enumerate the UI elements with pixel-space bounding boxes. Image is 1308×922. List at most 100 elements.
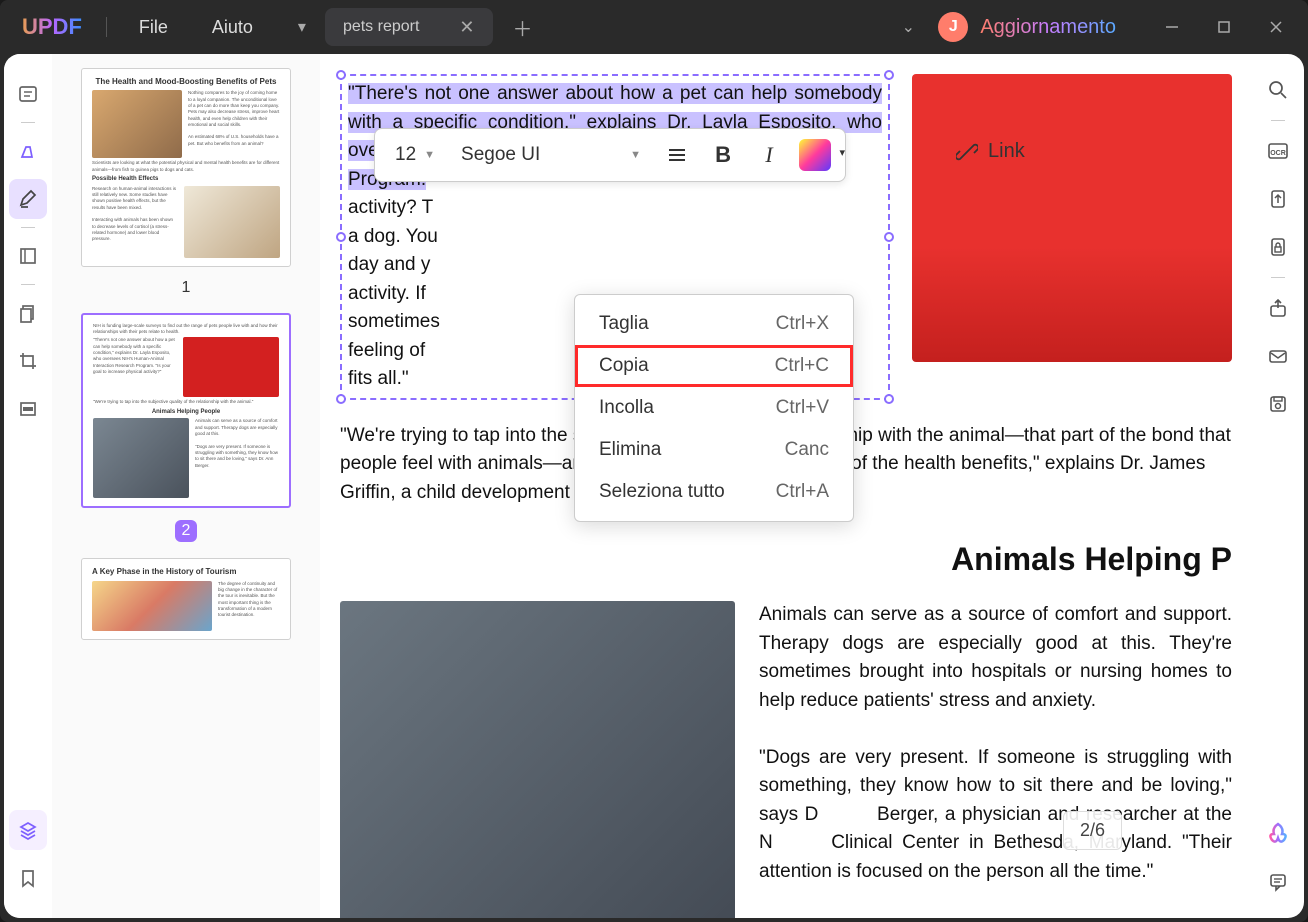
font-family-value: Segoe UI — [461, 144, 540, 166]
thumb-image — [183, 337, 279, 397]
italic-button[interactable]: I — [749, 135, 789, 175]
context-menu: Taglia Ctrl+X Copia Ctrl+C Incolla Ctrl+… — [574, 294, 854, 522]
layers-tool-icon[interactable] — [9, 810, 47, 850]
font-size-value: 12 — [395, 144, 416, 166]
chevron-down-icon: ▼ — [630, 149, 641, 161]
thumb-subheading: Animals Helping People — [93, 409, 279, 417]
organize-tool-icon[interactable] — [9, 236, 47, 276]
redact-tool-icon[interactable] — [9, 389, 47, 429]
save-icon[interactable] — [1259, 386, 1297, 422]
thumb-text: NIH is funding large-scale surveys to fi… — [93, 323, 279, 336]
pages-tool-icon[interactable] — [9, 293, 47, 333]
align-button[interactable] — [657, 135, 697, 175]
text-run: activity? T — [348, 197, 433, 218]
edit-tool-icon[interactable] — [9, 179, 47, 219]
thumb-text: Nothing compares to the joy of coming ho… — [188, 90, 280, 158]
text-run: day and y — [348, 254, 430, 275]
separator — [21, 122, 35, 123]
ctx-label: Taglia — [599, 313, 649, 335]
context-menu-delete[interactable]: Elimina Canc — [575, 429, 853, 471]
link-tool[interactable]: Link — [956, 140, 1025, 163]
ctx-shortcut: Canc — [785, 439, 829, 461]
document-tab[interactable]: pets report ✕ — [325, 8, 493, 46]
ctx-shortcut: Ctrl+X — [776, 313, 829, 335]
color-picker-button[interactable] — [795, 135, 835, 175]
close-tab-icon[interactable]: ✕ — [459, 17, 474, 38]
crop-tool-icon[interactable] — [9, 341, 47, 381]
context-menu-cut[interactable]: Taglia Ctrl+X — [575, 303, 853, 345]
thumb-title: A Key Phase in the History of Tourism — [92, 567, 280, 577]
add-tab-button[interactable]: ＋ — [505, 9, 541, 45]
text-run: a dog. You — [348, 226, 438, 247]
minimize-button[interactable] — [1148, 9, 1196, 45]
context-menu-paste[interactable]: Incolla Ctrl+V — [575, 387, 853, 429]
context-menu-copy[interactable]: Copia Ctrl+C — [575, 345, 853, 387]
user-avatar[interactable]: J — [938, 12, 968, 42]
link-label: Link — [988, 140, 1025, 163]
thumbnail-page-2[interactable]: NIH is funding large-scale surveys to fi… — [81, 313, 291, 509]
comment-icon[interactable] — [1259, 864, 1297, 900]
page-number-1: 1 — [66, 279, 306, 297]
ai-assistant-icon[interactable] — [1259, 816, 1297, 852]
separator — [1271, 277, 1285, 278]
ctx-label: Incolla — [599, 397, 654, 419]
bookmark-tool-icon[interactable] — [9, 858, 47, 898]
chevron-down-icon: ▼ — [424, 149, 435, 161]
tab-title: pets report — [343, 18, 419, 36]
text-run: feeling of — [348, 340, 425, 361]
menu-file[interactable]: File — [117, 17, 190, 38]
lock-icon[interactable] — [1259, 229, 1297, 265]
ctx-shortcut: Ctrl+C — [775, 355, 829, 377]
ctx-shortcut: Ctrl+V — [776, 397, 829, 419]
search-icon[interactable] — [1259, 72, 1297, 108]
maximize-button[interactable] — [1200, 9, 1248, 45]
svg-text:OCR: OCR — [1270, 150, 1286, 157]
document-image — [912, 74, 1232, 362]
menu-help[interactable]: Aiuto — [190, 17, 275, 38]
titlebar: UPDF File Aiuto ▾ pets report ✕ ＋ ⌄ J Ag… — [0, 0, 1308, 54]
thumb-text: Research on human-animal interactions is… — [92, 186, 178, 258]
ctx-label: Copia — [599, 355, 649, 377]
text-run: fits all." — [348, 368, 409, 389]
text-edit-toolbar: 12 ▼ Segoe UI ▼ B I — [374, 128, 846, 182]
divider — [106, 17, 107, 37]
highlight-tool-icon[interactable] — [9, 131, 47, 171]
app-logo: UPDF — [8, 14, 96, 40]
thumb-image — [92, 581, 212, 631]
ctx-label: Seleziona tutto — [599, 481, 725, 503]
thumb-title: The Health and Mood-Boosting Benefits of… — [92, 77, 280, 87]
page-indicator: 2/6 — [1063, 811, 1122, 850]
text-run: sometimes — [348, 311, 440, 332]
close-window-button[interactable] — [1252, 9, 1300, 45]
page-number-2: 2 — [66, 520, 306, 542]
tab-dropdown[interactable]: ▾ — [287, 12, 317, 42]
bold-button[interactable]: B — [703, 135, 743, 175]
thumb-text: "We're trying to tap into the subjective… — [93, 399, 279, 405]
separator — [21, 227, 35, 228]
thumbnail-panel: The Health and Mood-Boosting Benefits of… — [52, 54, 320, 918]
share-icon[interactable] — [1259, 290, 1297, 326]
document-image — [340, 601, 735, 918]
tab-bar: ▾ pets report ✕ ＋ — [287, 8, 541, 46]
right-toolbar: OCR — [1252, 54, 1304, 918]
email-icon[interactable] — [1259, 338, 1297, 374]
thumb-image — [184, 186, 280, 258]
thumb-text: The degree of continuity and big change … — [218, 581, 280, 631]
font-family-select[interactable]: Segoe UI ▼ — [451, 140, 651, 170]
paragraph: Animals can serve as a source of comfort… — [759, 601, 1232, 918]
thumbnail-page-1[interactable]: The Health and Mood-Boosting Benefits of… — [81, 68, 291, 267]
expand-icon[interactable]: ⌄ — [890, 9, 926, 45]
ctx-label: Elimina — [599, 439, 661, 461]
thumbnail-page-3[interactable]: A Key Phase in the History of Tourism Th… — [81, 558, 291, 639]
ctx-shortcut: Ctrl+A — [776, 481, 829, 503]
ocr-icon[interactable]: OCR — [1259, 133, 1297, 169]
separator — [21, 284, 35, 285]
context-menu-select-all[interactable]: Seleziona tutto Ctrl+A — [575, 471, 853, 513]
convert-icon[interactable] — [1259, 181, 1297, 217]
update-label[interactable]: Aggiornamento — [980, 16, 1116, 39]
separator — [1271, 120, 1285, 121]
thumb-image — [93, 418, 189, 498]
reader-tool-icon[interactable] — [9, 74, 47, 114]
link-icon — [956, 141, 978, 163]
font-size-select[interactable]: 12 ▼ — [385, 140, 445, 170]
